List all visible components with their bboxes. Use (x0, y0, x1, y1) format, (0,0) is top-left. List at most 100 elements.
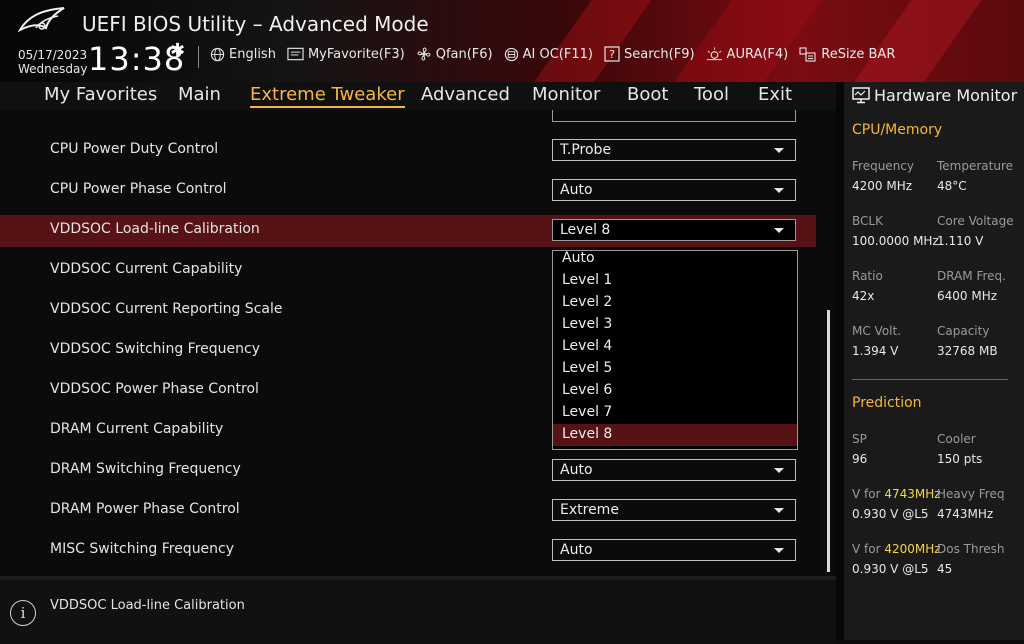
resize-bar-button[interactable]: ReSize BAR (799, 46, 895, 62)
weekday-text: Wednesday (18, 62, 88, 76)
setting-label: VDDSOC Power Phase Control (50, 381, 259, 397)
tab-monitor[interactable]: Monitor (532, 84, 600, 105)
dropdown-option[interactable]: Level 6 (553, 380, 797, 402)
option-label: Auto (562, 250, 595, 266)
setting-select[interactable]: Auto (552, 459, 796, 481)
monitor-icon (852, 87, 870, 104)
setting-row-selected[interactable]: VDDSOC Load-line Calibration Level 8 (0, 215, 816, 247)
setting-value: Auto (560, 182, 593, 198)
tab-extreme-tweaker[interactable]: Extreme Tweaker (250, 84, 405, 108)
dropdown-option[interactable]: Auto (553, 248, 797, 270)
cpu-memory-heading: CPU/Memory (852, 122, 943, 138)
dram-freq-value: 6400 MHz (937, 289, 998, 303)
setting-label: VDDSOC Current Capability (50, 261, 243, 277)
capacity-label: Capacity (937, 324, 990, 338)
tab-my-favorites[interactable]: My Favorites (44, 84, 157, 105)
setting-value: Extreme (560, 502, 619, 518)
setting-select[interactable]: Extreme (552, 499, 796, 521)
v-for-freq-highlight: 4743MHz (884, 487, 941, 501)
header-decoration (661, 0, 829, 82)
header-divider (198, 46, 199, 68)
setting-row[interactable]: CPU Power Phase Control Auto (0, 175, 816, 207)
setting-row[interactable]: DRAM Power Phase Control Extreme (0, 495, 816, 527)
qfan-label: Qfan(F6) (435, 46, 493, 62)
loadline-dropdown-list: Auto Level 1 Level 2 Level 3 Level 4 Lev… (552, 250, 798, 450)
dropdown-option[interactable]: Level 5 (553, 358, 797, 380)
chevron-down-icon (774, 548, 784, 553)
frequency-label: Frequency (852, 159, 914, 173)
setting-value: Auto (560, 462, 593, 478)
sp-label: SP (852, 432, 867, 446)
setting-label: DRAM Current Capability (50, 421, 224, 437)
v-for-freq-highlight: 4200MHz (884, 542, 941, 556)
tab-advanced[interactable]: Advanced (421, 84, 510, 105)
dropdown-option[interactable]: Level 2 (553, 292, 797, 314)
v-for-freq-label: V for 4200MHz (852, 542, 941, 556)
dos-thresh-value: 45 (937, 562, 953, 576)
ai-oc-icon (504, 47, 518, 61)
globe-icon (210, 47, 225, 61)
core-voltage-value: 1.110 V (937, 234, 984, 248)
partial-setting-select[interactable] (552, 110, 796, 122)
dropdown-option[interactable]: Level 4 (553, 336, 797, 358)
tab-boot[interactable]: Boot (627, 84, 668, 105)
hardware-monitor-panel: Hardware Monitor CPU/Memory Frequency 42… (844, 82, 1024, 640)
header-bar: UEFI BIOS Utility – Advanced Mode 05/17/… (0, 0, 1024, 82)
setting-select[interactable]: T.Probe (552, 139, 796, 161)
setting-label: VDDSOC Current Reporting Scale (50, 301, 283, 317)
dropdown-option[interactable]: Level 3 (553, 314, 797, 336)
setting-select[interactable]: Auto (552, 179, 796, 201)
help-bar: i VDDSOC Load-line Calibration (0, 576, 836, 644)
cooler-label: Cooler (937, 432, 976, 446)
option-label: Level 2 (562, 294, 613, 310)
settings-scrollbar[interactable] (827, 310, 830, 572)
tab-tool[interactable]: Tool (694, 84, 729, 105)
panel-divider (836, 82, 844, 640)
setting-label: VDDSOC Load-line Calibration (50, 221, 260, 237)
bclk-label: BCLK (852, 214, 883, 228)
help-text: VDDSOC Load-line Calibration (50, 598, 245, 613)
chevron-down-icon (774, 508, 784, 513)
resize-bar-icon (799, 47, 816, 62)
setting-row[interactable]: MISC Switching Frequency Auto (0, 535, 816, 567)
qfan-button[interactable]: Qfan(F6) (416, 46, 493, 62)
capacity-value: 32768 MB (937, 344, 998, 358)
header-decoration (841, 0, 989, 82)
header-decoration (521, 0, 659, 82)
setting-select[interactable]: Auto (552, 539, 796, 561)
language-button[interactable]: English (210, 47, 276, 62)
dropdown-option[interactable]: Level 7 (553, 402, 797, 424)
myfavorite-button[interactable]: MyFavorite(F3) (287, 47, 405, 62)
chevron-down-icon (774, 188, 784, 193)
sp-value: 96 (852, 452, 868, 466)
date-text: 05/17/2023 (18, 48, 88, 62)
hardware-monitor-title: Hardware Monitor (852, 86, 1017, 105)
setting-row[interactable]: CPU Power Duty Control T.Probe (0, 135, 816, 167)
setting-select-open[interactable]: Level 8 (552, 219, 796, 241)
dropdown-option[interactable]: Level 1 (553, 270, 797, 292)
language-label: English (229, 46, 276, 62)
frequency-value: 4200 MHz (852, 179, 913, 193)
search-button[interactable]: ? Search(F9) (604, 46, 695, 62)
tab-main[interactable]: Main (178, 84, 221, 105)
setting-value: Level 8 (560, 222, 611, 238)
myfavorite-label: MyFavorite(F3) (307, 46, 405, 62)
setting-label: CPU Power Phase Control (50, 181, 227, 197)
option-label: Level 5 (562, 360, 613, 376)
info-icon: i (10, 600, 36, 626)
heavy-freq-label: Heavy Freq (937, 487, 1005, 501)
mc-volt-label: MC Volt. (852, 324, 902, 338)
setting-row[interactable]: DRAM Switching Frequency Auto (0, 455, 816, 487)
setting-label: MISC Switching Frequency (50, 541, 235, 557)
setting-value: Auto (560, 542, 593, 558)
prediction-heading: Prediction (852, 395, 922, 411)
gear-icon[interactable]: ✱ (170, 40, 185, 61)
aura-button[interactable]: AURA(F4) (706, 46, 788, 62)
dos-thresh-label: Dos Thresh (937, 542, 1005, 556)
setting-label: VDDSOC Switching Frequency (50, 341, 260, 357)
ratio-label: Ratio (852, 269, 883, 283)
ai-oc-button[interactable]: AI OC(F11) (504, 47, 593, 62)
dropdown-option-selected[interactable]: Level 8 (553, 424, 797, 446)
favorite-icon (287, 47, 304, 61)
tab-exit[interactable]: Exit (758, 84, 792, 105)
